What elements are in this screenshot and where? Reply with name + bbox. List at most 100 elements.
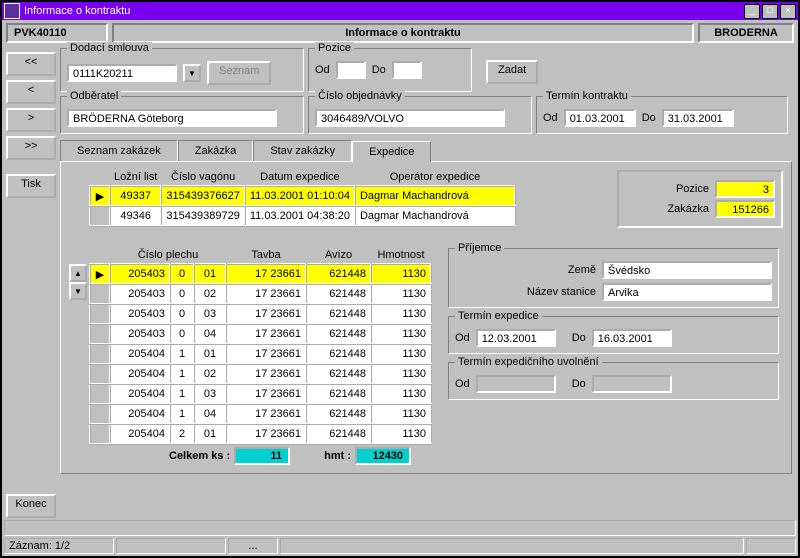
row-header[interactable]: ▶ — [90, 186, 110, 206]
minimize-button[interactable]: _ — [744, 4, 760, 19]
grid-scroll-down[interactable]: ▼ — [69, 282, 87, 300]
contract-to-input[interactable]: 31.03.2001 — [662, 109, 734, 127]
app-icon — [4, 3, 20, 19]
col-dispatch-date: Datum expedice — [245, 170, 355, 186]
nav-first-button[interactable]: << — [6, 52, 56, 76]
table-row[interactable]: 20540410117 236616214481130 — [90, 344, 431, 364]
position-from-label: Od — [315, 64, 330, 76]
exit-button[interactable]: Konec — [6, 494, 56, 518]
position-to-label: Do — [372, 64, 386, 76]
nav-last-button[interactable]: >> — [6, 136, 56, 160]
customer-label: Odběratel — [67, 90, 121, 102]
dispatch-table: Ložní list Číslo vagónu Datum expedice O… — [89, 170, 516, 227]
side-order-value: 151266 — [715, 200, 775, 218]
table-row[interactable]: 20540410417 236616214481130 — [90, 404, 431, 424]
table-row[interactable]: 20540300317 236616214481130 — [90, 304, 431, 324]
release-from-input[interactable] — [476, 375, 556, 393]
print-button[interactable]: Tisk — [6, 174, 56, 198]
supply-label: Dodací smlouva — [67, 42, 152, 54]
total-weight-label: hmt : — [324, 450, 351, 462]
position-label: Pozice — [315, 42, 354, 54]
customer-group: Odběratel BRÖDERNA Göteborg — [60, 96, 304, 134]
order-input[interactable]: 3046489/VOLVO — [315, 109, 505, 127]
tab-order-list[interactable]: Seznam zakázek — [60, 140, 178, 161]
position-from-input[interactable] — [336, 61, 366, 79]
tab-strip: Seznam zakázek Zakázka Stav zakázky Expe… — [60, 140, 792, 161]
nav-sidebar: << < > >> Tisk Konec — [2, 46, 60, 538]
title-bar[interactable]: Informace o kontraktu _ □ × — [2, 2, 798, 20]
ship-to-input[interactable]: 16.03.2001 — [592, 329, 672, 347]
position-group: Pozice Od Do — [308, 48, 472, 92]
table-row[interactable]: 20540420117 236616214481130 — [90, 424, 431, 444]
status-cell — [4, 520, 796, 536]
contract-term-label: Termín kontraktu — [543, 90, 631, 102]
ship-from-input[interactable]: 12.03.2001 — [476, 329, 556, 347]
total-count-value: 11 — [234, 447, 290, 465]
side-pos-label: Pozice — [676, 183, 709, 195]
ship-term-group: Termín expedice Od 12.03.2001 Do 16.03.2… — [448, 316, 779, 354]
recipient-country-input[interactable]: Švédsko — [602, 261, 772, 279]
release-to-label: Do — [572, 378, 586, 390]
table-row[interactable]: ▶20540300117 236616214481130 — [90, 264, 431, 284]
screen-title: Informace o kontraktu — [112, 23, 694, 43]
grid-scroll-up[interactable]: ▲ — [69, 264, 87, 282]
recipient-station-input[interactable]: Arvika — [602, 283, 772, 301]
supply-dropdown-button[interactable]: ▼ — [183, 64, 201, 82]
release-term-label: Termín expedičního uvolnění — [455, 356, 602, 368]
side-info-panel: Pozice 3 Zakázka 151266 — [617, 170, 783, 228]
side-order-label: Zakázka — [667, 203, 709, 215]
release-from-label: Od — [455, 378, 470, 390]
contract-from-label: Od — [543, 112, 558, 124]
nav-next-button[interactable]: > — [6, 108, 56, 132]
record-indicator: Záznam: 1/2 — [4, 538, 114, 554]
table-row[interactable]: ▶ 49337 315439376627 11.03.2001 01:10:04… — [90, 186, 515, 206]
close-button[interactable]: × — [780, 4, 796, 19]
release-to-input[interactable] — [592, 375, 672, 393]
customer-code: BRODERNA — [698, 23, 794, 43]
ship-term-label: Termín expedice — [455, 310, 542, 322]
ship-from-label: Od — [455, 332, 470, 344]
status-cell — [116, 538, 226, 554]
tab-dispatch[interactable]: Expedice — [352, 141, 431, 162]
col-advice: Avízo — [306, 248, 371, 264]
table-row[interactable]: 49346 315439389729 11.03.2001 04:38:20 D… — [90, 206, 515, 226]
total-weight-value: 12430 — [355, 447, 411, 465]
tab-order[interactable]: Zakázka — [178, 140, 254, 161]
contract-from-input[interactable]: 01.03.2001 — [564, 109, 636, 127]
side-pos-value: 3 — [715, 180, 775, 198]
contract-term-group: Termín kontraktu Od 01.03.2001 Do 31.03.… — [536, 96, 788, 134]
nav-prev-button[interactable]: < — [6, 80, 56, 104]
table-row[interactable]: 20540410317 236616214481130 — [90, 384, 431, 404]
recipient-station-label: Název stanice — [527, 286, 596, 298]
window-title: Informace o kontraktu — [24, 5, 130, 17]
col-loading-list: Ložní list — [110, 170, 161, 186]
order-label: Číslo objednávky — [315, 90, 405, 102]
ship-to-label: Do — [572, 332, 586, 344]
supply-combo[interactable]: 0111K20211 — [67, 64, 177, 82]
total-count-label: Celkem ks : — [169, 450, 230, 462]
supply-list-button[interactable]: Seznam — [207, 61, 271, 85]
maximize-button[interactable]: □ — [762, 4, 778, 19]
screen-code: PVK40110 — [6, 23, 108, 43]
sheet-table: Číslo plechu Tavba Avízo Hmotnost ▶20540… — [89, 248, 432, 445]
table-row[interactable]: 20540300217 236616214481130 — [90, 284, 431, 304]
position-to-input[interactable] — [392, 61, 422, 79]
submit-button[interactable]: Zadat — [486, 60, 538, 84]
recipient-country-label: Země — [568, 264, 596, 276]
row-header[interactable] — [90, 206, 110, 226]
status-cell — [746, 538, 796, 554]
col-operator: Operátor expedice — [355, 170, 515, 186]
status-cell — [280, 538, 744, 554]
supply-group: Dodací smlouva 0111K20211 ▼ Seznam — [60, 48, 304, 92]
recipient-label: Příjemce — [455, 242, 504, 254]
tab-order-status[interactable]: Stav zakázky — [253, 140, 352, 161]
col-wagon-no: Číslo vagónu — [161, 170, 244, 186]
release-term-group: Termín expedičního uvolnění Od Do — [448, 362, 779, 400]
col-weight: Hmotnost — [371, 248, 431, 264]
table-row[interactable]: 20540300417 236616214481130 — [90, 324, 431, 344]
table-row[interactable]: 20540410217 236616214481130 — [90, 364, 431, 384]
order-group: Číslo objednávky 3046489/VOLVO — [308, 96, 532, 134]
contract-to-label: Do — [642, 112, 656, 124]
customer-input[interactable]: BRÖDERNA Göteborg — [67, 109, 277, 127]
tab-body: Ložní list Číslo vagónu Datum expedice O… — [60, 161, 792, 474]
